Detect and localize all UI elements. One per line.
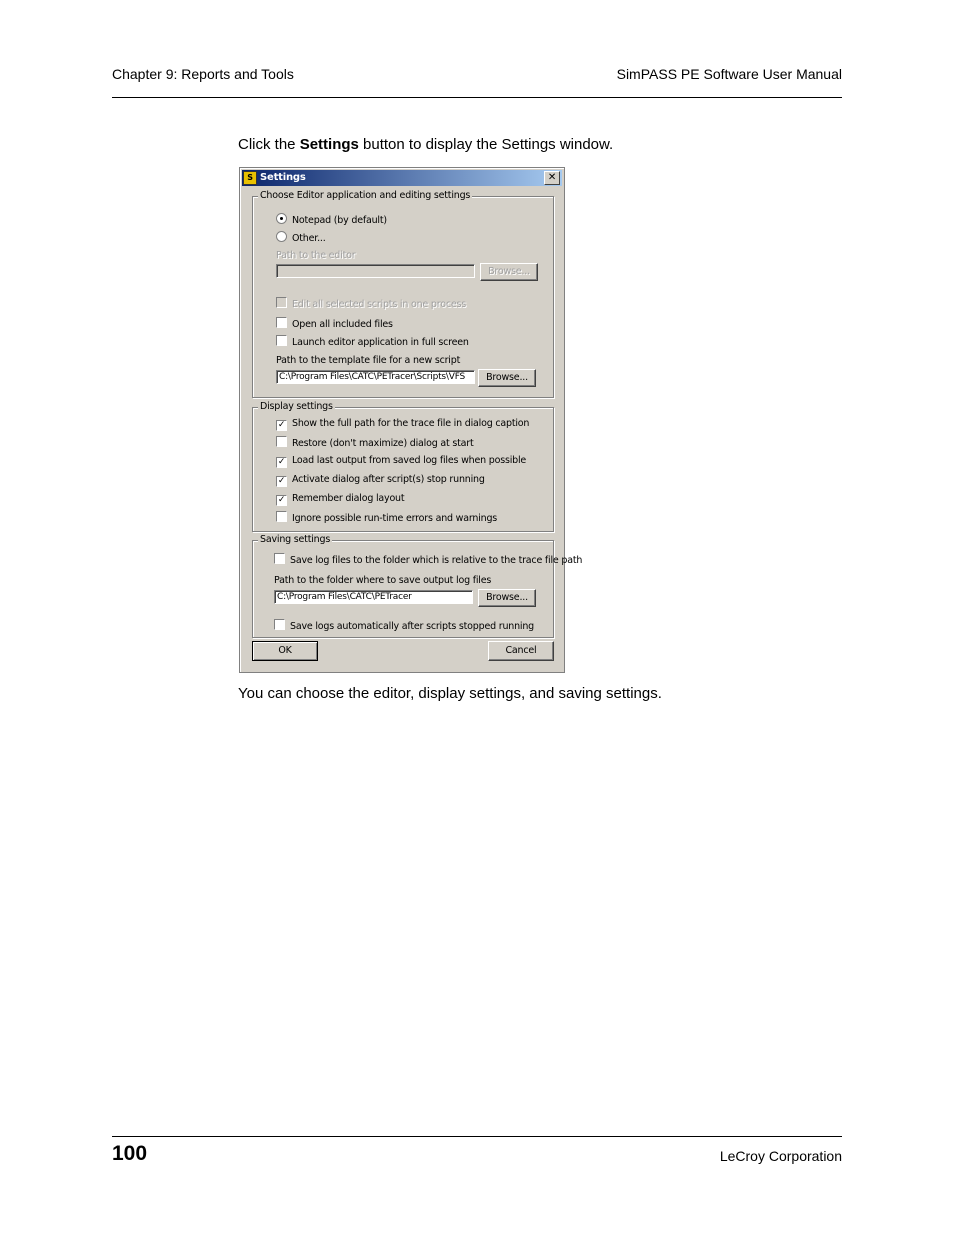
checkbox-open-included-label: Open all included files <box>292 319 393 330</box>
checkbox-restore-dialog[interactable]: Restore (don't maximize) dialog at start <box>276 436 474 450</box>
checkbox-restore-dialog-box[interactable] <box>276 436 287 447</box>
header-chapter: Chapter 9: Reports and Tools <box>112 66 294 82</box>
ok-button[interactable]: OK <box>252 641 318 661</box>
checkbox-open-included-box[interactable] <box>276 317 287 328</box>
intro-text-before: Click the <box>238 136 300 153</box>
checkbox-activate-dialog-box[interactable]: ✓ <box>276 476 287 487</box>
checkbox-show-full-path[interactable]: ✓ Show the full path for the trace file i… <box>276 418 529 431</box>
checkbox-activate-dialog[interactable]: ✓ Activate dialog after script(s) stop ru… <box>276 474 485 487</box>
checkbox-auto-save-logs[interactable]: Save logs automatically after scripts st… <box>274 619 534 633</box>
radio-notepad-indicator[interactable] <box>276 213 287 224</box>
saving-group-legend: Saving settings <box>258 534 333 545</box>
checkbox-save-relative-label: Save log files to the folder which is re… <box>290 555 583 566</box>
output-folder-browse-button[interactable]: Browse... <box>478 589 536 607</box>
editor-browse-button[interactable]: Browse... <box>480 263 538 281</box>
checkbox-launch-full-box[interactable] <box>276 335 287 346</box>
checkbox-auto-save-box[interactable] <box>274 619 285 630</box>
checkbox-show-full-path-box[interactable]: ✓ <box>276 420 287 431</box>
dialog-titlebar[interactable]: S Settings ✕ <box>242 170 562 186</box>
footer-rule <box>112 1136 842 1137</box>
cancel-button[interactable]: Cancel <box>488 641 554 661</box>
display-group-legend: Display settings <box>258 401 335 412</box>
display-settings-group: Display settings ✓ Show the full path for… <box>252 401 554 532</box>
checkbox-auto-save-label: Save logs automatically after scripts st… <box>290 621 535 632</box>
editor-path-input[interactable] <box>276 264 475 278</box>
editor-group-legend: Choose Editor application and editing se… <box>258 190 473 201</box>
intro-settings-bold: Settings <box>299 136 359 153</box>
checkbox-restore-dialog-label: Restore (don't maximize) dialog at start <box>292 438 474 449</box>
checkbox-load-last-output-label: Load last output from saved log files wh… <box>292 455 527 466</box>
saving-settings-group: Saving settings Save log files to the fo… <box>252 534 582 638</box>
editor-path-label: Path to the editor <box>276 250 356 261</box>
outro-paragraph: You can choose the editor, display setti… <box>238 685 662 702</box>
checkbox-remember-layout[interactable]: ✓ Remember dialog layout <box>276 493 405 506</box>
checkbox-open-included-files[interactable]: Open all included files <box>276 317 393 331</box>
checkbox-edit-all-label: Edit all selected scripts in one process <box>292 299 466 310</box>
intro-paragraph: Click the Settings button to display the… <box>238 136 613 153</box>
editor-settings-group: Choose Editor application and editing se… <box>252 190 554 398</box>
radio-other[interactable]: Other... <box>276 231 326 245</box>
checkbox-load-last-output[interactable]: ✓ Load last output from saved log files w… <box>276 455 526 468</box>
checkbox-remember-layout-box[interactable]: ✓ <box>276 495 287 506</box>
checkbox-ignore-errors-box[interactable] <box>276 511 287 522</box>
app-icon: S <box>243 171 257 185</box>
checkbox-edit-all-one-process[interactable]: Edit all selected scripts in one process <box>276 297 466 311</box>
template-path-input[interactable]: C:\Program Files\CATC\PETracer\Scripts\V… <box>276 370 475 384</box>
checkbox-save-relative-box[interactable] <box>274 553 285 564</box>
checkbox-ignore-errors-label: Ignore possible run-time errors and warn… <box>292 513 498 524</box>
header-rule <box>112 97 842 98</box>
close-icon[interactable]: ✕ <box>544 171 560 185</box>
template-browse-button[interactable]: Browse... <box>478 369 536 387</box>
checkbox-launch-full-label: Launch editor application in full screen <box>292 337 469 348</box>
output-folder-input[interactable]: C:\Program Files\CATC\PETracer <box>274 590 473 604</box>
footer-company: LeCroy Corporation <box>719 1148 842 1164</box>
header-manual-title: SimPASS PE Software User Manual <box>616 66 842 82</box>
page-number: 100 <box>112 1142 148 1165</box>
checkbox-load-last-output-box[interactable]: ✓ <box>276 457 287 468</box>
radio-notepad-label: Notepad (by default) <box>292 215 387 226</box>
intro-text-after: button to display the Settings window. <box>358 136 614 153</box>
checkbox-remember-layout-label: Remember dialog layout <box>292 493 405 504</box>
dialog-title: Settings <box>260 172 306 183</box>
settings-dialog: S Settings ✕ Choose Editor application a… <box>239 167 582 673</box>
checkbox-ignore-errors[interactable]: Ignore possible run-time errors and warn… <box>276 511 497 525</box>
checkbox-launch-full-screen[interactable]: Launch editor application in full screen <box>276 335 469 349</box>
checkbox-activate-dialog-label: Activate dialog after script(s) stop run… <box>292 474 485 485</box>
checkbox-show-full-path-label: Show the full path for the trace file in… <box>292 418 530 429</box>
output-folder-label: Path to the folder where to save output … <box>274 575 492 586</box>
checkbox-edit-all-box[interactable] <box>276 297 287 308</box>
radio-other-label: Other... <box>292 233 326 244</box>
checkbox-save-relative[interactable]: Save log files to the folder which is re… <box>274 553 582 567</box>
radio-other-indicator[interactable] <box>276 231 287 242</box>
radio-notepad[interactable]: Notepad (by default) <box>276 213 387 227</box>
template-path-label: Path to the template file for a new scri… <box>276 355 461 366</box>
